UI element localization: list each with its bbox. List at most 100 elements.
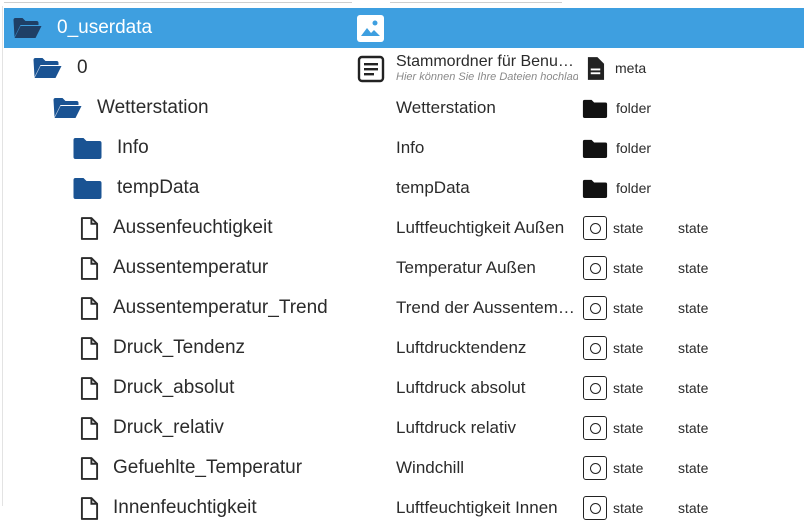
tree-row[interactable]: Wetterstation Wetterstation folder	[4, 88, 804, 128]
tree-item-label: 0	[77, 57, 88, 78]
tree-item-role: state	[678, 340, 709, 356]
tree-item-role: state	[678, 380, 709, 396]
description-text: Luftfeuchtigkeit Innen	[396, 498, 558, 517]
tree-item-description: Luftdrucktendenz	[396, 328, 578, 368]
tree-item-label: 0_userdata	[57, 17, 153, 38]
folder-open-icon[interactable]	[12, 17, 43, 39]
tree-item-type: folder	[580, 168, 651, 208]
tree-item-role: state	[678, 260, 709, 276]
state-icon	[583, 496, 607, 520]
type-label: state	[613, 300, 644, 316]
folder-icon	[582, 139, 608, 158]
file-icon[interactable]	[80, 256, 99, 281]
folder-icon	[582, 99, 608, 118]
file-icon[interactable]	[80, 336, 99, 361]
file-icon[interactable]	[80, 456, 99, 481]
tree-row[interactable]: 0 Stammordner für Benutzerobjekte und Dat…	[4, 48, 804, 88]
tree-item-type: state	[580, 328, 643, 368]
image-icon[interactable]	[357, 15, 384, 42]
tree-item-description: Info	[396, 128, 578, 168]
tree-row[interactable]: Gefuehlte_Temperatur Windchill state state	[4, 448, 804, 488]
tree-item-name[interactable]: 0	[32, 48, 88, 88]
type-label: state	[613, 340, 644, 356]
tree-item-name[interactable]: Info	[72, 128, 149, 168]
tree-border	[2, 6, 3, 506]
tree-item-label: Druck_Tendenz	[113, 337, 246, 358]
folder-icon[interactable]	[72, 177, 103, 199]
state-icon	[583, 376, 607, 400]
tree-item-type: state	[580, 288, 643, 328]
tree-item-name[interactable]: tempData	[72, 168, 199, 208]
description-text: Info	[396, 138, 425, 157]
tree-item-name[interactable]: Aussenfeuchtigkeit	[80, 208, 273, 248]
header-divider-right	[390, 2, 562, 3]
tree-item-name[interactable]: Aussentemperatur	[80, 248, 268, 288]
tree-item-description: Stammordner für Benutzerobjekte und Date…	[396, 48, 578, 88]
tree-item-label: Druck_relativ	[113, 417, 224, 438]
description-text: Luftfeuchtigkeit Außen	[396, 218, 565, 237]
folder-icon[interactable]	[72, 137, 103, 159]
header-divider-left	[4, 2, 352, 3]
tree-item-name[interactable]: Druck_absolut	[80, 368, 234, 408]
file-icon	[586, 56, 605, 81]
file-icon[interactable]	[80, 416, 99, 441]
tree-item-type: meta	[580, 48, 646, 88]
tree-row[interactable]: tempData tempData folder	[4, 168, 804, 208]
header-divider	[0, 0, 804, 6]
tree-row[interactable]: Druck_absolut Luftdruck absolut state state	[4, 368, 804, 408]
description-text: tempData	[396, 178, 470, 197]
tree-row[interactable]: Aussenfeuchtigkeit Luftfeuchtigkeit Außen…	[4, 208, 804, 248]
tree-item-name[interactable]: Druck_Tendenz	[80, 328, 245, 368]
tree-item-description: Windchill	[396, 448, 578, 488]
tree-item-description: Temperatur Außen	[396, 248, 578, 288]
tree-item-type: state	[580, 368, 643, 408]
tree-item-description: Luftdruck absolut	[396, 368, 578, 408]
tree-item-label: Innenfeuchtigkeit	[113, 497, 257, 518]
file-icon[interactable]	[80, 216, 99, 241]
tree-row[interactable]: Druck_Tendenz Luftdrucktendenz state state	[4, 328, 804, 368]
tree-item-role: state	[678, 420, 709, 436]
tree-item-name[interactable]: Gefuehlte_Temperatur	[80, 448, 302, 488]
type-label: state	[613, 380, 644, 396]
folder-open-icon[interactable]	[32, 57, 63, 79]
tree-item-label: Aussentemperatur	[113, 257, 269, 278]
description-text: Luftdrucktendenz	[396, 338, 527, 357]
type-label: folder	[616, 140, 652, 156]
file-icon[interactable]	[80, 376, 99, 401]
tree-item-description: Luftdruck relativ	[396, 408, 578, 448]
tree-row[interactable]: Innenfeuchtigkeit Luftfeuchtigkeit Innen s…	[4, 488, 804, 528]
description-text: Trend der Aussentemperatur	[396, 298, 578, 317]
state-icon	[583, 216, 607, 240]
tree-item-name[interactable]: Aussentemperatur_Trend	[80, 288, 328, 328]
tree-row[interactable]: Info Info folder	[4, 128, 804, 168]
notes-icon[interactable]	[357, 55, 385, 83]
tree-item-type: folder	[580, 128, 651, 168]
tree-item-type: state	[580, 248, 643, 288]
tree-row[interactable]: Druck_relativ Luftdruck relativ state state	[4, 408, 804, 448]
file-icon[interactable]	[80, 296, 99, 321]
tree-item-name[interactable]: Druck_relativ	[80, 408, 224, 448]
description-text: Wetterstation	[396, 98, 496, 117]
state-icon	[583, 336, 607, 360]
tree-item-type: folder	[580, 88, 651, 128]
type-label: state	[613, 460, 644, 476]
tree-item-label: Info	[117, 137, 149, 158]
tree-item-label: Aussentemperatur_Trend	[113, 297, 328, 318]
tree-item-role: state	[678, 500, 709, 516]
tree-row[interactable]: Aussentemperatur Temperatur Außen state sta…	[4, 248, 804, 288]
tree-row[interactable]: 0_userdata	[4, 8, 804, 48]
tree-item-role: state	[678, 220, 709, 236]
type-label: meta	[615, 60, 647, 76]
type-label: state	[613, 260, 644, 276]
tree-item-name[interactable]: 0_userdata	[12, 8, 152, 48]
file-icon[interactable]	[80, 496, 99, 521]
tree-item-name[interactable]: Innenfeuchtigkeit	[80, 488, 257, 528]
folder-icon	[582, 179, 608, 198]
tree-item-label: Aussenfeuchtigkeit	[113, 217, 273, 238]
tree-item-name[interactable]: Wetterstation	[52, 88, 209, 128]
tree-item-type: state	[580, 408, 643, 448]
tree-row[interactable]: Aussentemperatur_Trend Trend der Aussente…	[4, 288, 804, 328]
folder-open-icon[interactable]	[52, 97, 83, 119]
tree-item-label: tempData	[117, 177, 200, 198]
description-text: Stammordner für Benutzerobjekte und Date…	[396, 53, 578, 70]
